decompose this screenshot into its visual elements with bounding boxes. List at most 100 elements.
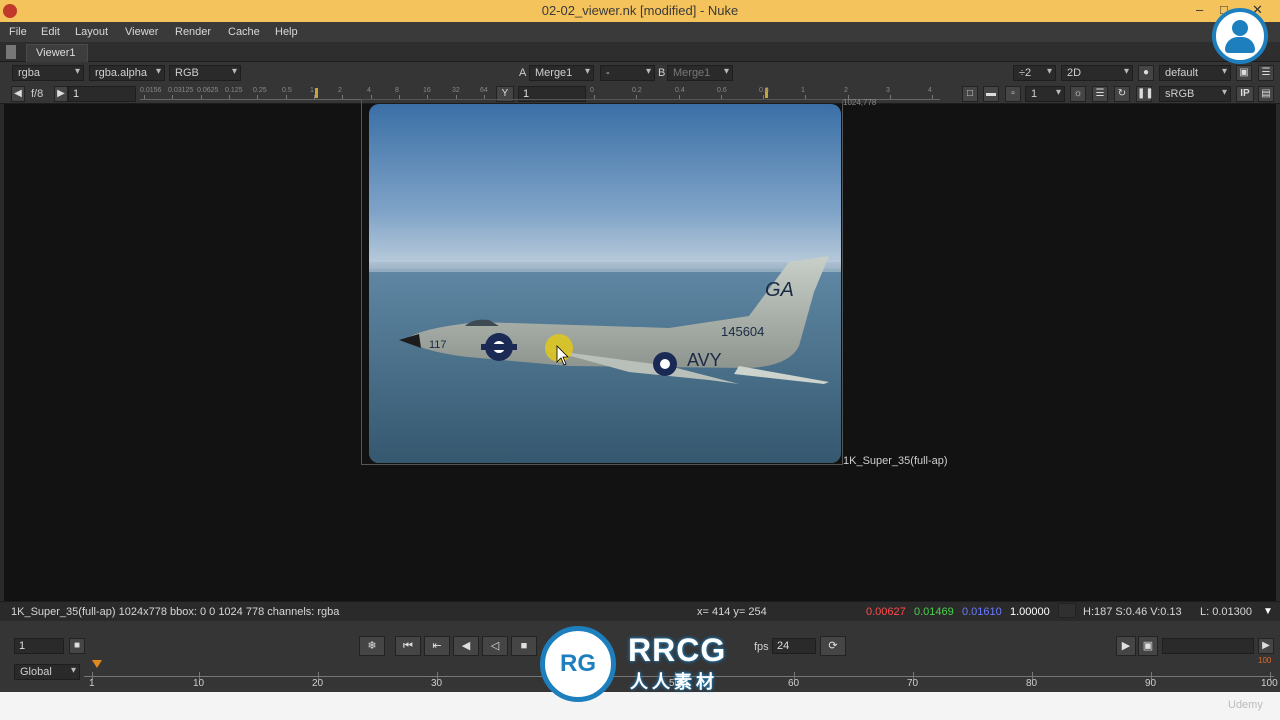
scroll-right-icon[interactable]: ▶ — [1258, 638, 1274, 654]
channels-dropdown[interactable]: rgba — [12, 65, 84, 81]
timeline-tick-label: 80 — [1026, 678, 1038, 689]
proxy-dropdown[interactable]: 1 — [1025, 86, 1065, 102]
tab-viewer1[interactable]: Viewer1 — [26, 44, 88, 62]
gain-slider-tick — [144, 95, 145, 99]
play-range-icon[interactable]: ▶ — [1116, 636, 1136, 656]
menu-file[interactable]: File — [9, 26, 27, 38]
fps-field[interactable]: 24 — [772, 638, 816, 654]
menu-render[interactable]: Render — [175, 26, 211, 38]
view-mode-dropdown[interactable]: 2D — [1061, 65, 1133, 81]
rrcg-logo: RG — [540, 626, 616, 702]
viewer-menu-icon[interactable]: ☰ — [1258, 65, 1274, 81]
viewer-toolbar-top: rgba rgba.alpha RGB A Merge1 - B Merge1 … — [0, 62, 1280, 84]
wipe-operation-dropdown[interactable]: - — [600, 65, 655, 81]
stripes-icon[interactable]: ▤ — [1258, 86, 1274, 102]
list-icon[interactable]: ☰ — [1092, 86, 1108, 102]
refresh-icon[interactable]: ↻ — [1114, 86, 1130, 102]
jet-illustration: GA 145604 117 AVY — [369, 256, 841, 463]
gamma-slider-tick-label: 2 — [844, 87, 848, 94]
timeline-tick-label: 70 — [907, 678, 919, 689]
prev-keyframe-icon[interactable]: ⇤ — [424, 636, 450, 656]
gain-slider-handle[interactable] — [315, 88, 318, 98]
gain-field[interactable]: 1 — [68, 86, 136, 102]
overlay-icon[interactable]: ▫ — [1005, 86, 1021, 102]
snowflake-icon[interactable]: ❄ — [359, 636, 385, 656]
loop-icon[interactable]: ⟳ — [820, 636, 846, 656]
pixel-red-value: 0.00627 — [866, 606, 906, 618]
timeline-tick-label: 60 — [788, 678, 800, 689]
gain-slider-tick — [342, 95, 343, 99]
rrcg-title: RRCG — [628, 632, 727, 668]
gain-slider-tick — [172, 95, 173, 99]
gain-slider-tick-label: 0.0625 — [197, 87, 219, 94]
minimize-button[interactable]: – — [1196, 2, 1203, 17]
range-lock-icon[interactable]: ▣ — [1138, 636, 1158, 656]
gain-slider-tick-label: 4 — [367, 87, 371, 94]
rrcg-watermark: RG RRCG 人人素材 — [540, 626, 744, 702]
input-a-label: A — [519, 67, 527, 79]
pixel-luminance-value: L: 0.01300 — [1200, 606, 1252, 618]
display-channels-dropdown[interactable]: RGB — [169, 65, 241, 81]
matte-channel-dropdown[interactable]: rgba.alpha — [89, 65, 165, 81]
gain-slider-tick-label: 0.0156 — [140, 87, 162, 94]
gamma-slider-tick-label: 0.2 — [632, 87, 642, 94]
wing-text: AVY — [687, 350, 722, 370]
menu-viewer[interactable]: Viewer — [125, 26, 158, 38]
gamma-slider-tick-label: 0.4 — [675, 87, 685, 94]
guides-icon[interactable]: ▬ — [983, 86, 999, 102]
fps-label: fps — [754, 641, 769, 653]
stop-icon[interactable]: ■ — [511, 636, 537, 656]
input-b-dropdown[interactable]: Merge1 — [667, 65, 733, 81]
gamma-slider[interactable]: 0 0.2 0.4 0.6 0.8 1 2 3 4 — [590, 86, 940, 100]
play-backward-icon[interactable]: ◁ — [482, 636, 508, 656]
tail-code-text: GA — [765, 279, 794, 301]
gain-slider-tick-label: 64 — [480, 87, 488, 94]
exposure-icon[interactable]: ☼ — [1070, 86, 1086, 102]
info-summary: 1K_Super_35(full-ap) 1024x778 bbox: 0 0 … — [11, 606, 340, 618]
timeline-playhead[interactable] — [92, 660, 102, 668]
range-field[interactable] — [1162, 638, 1254, 654]
info-expand-icon[interactable]: ▼ — [1263, 606, 1273, 617]
roi-icon[interactable]: ▣ — [1236, 65, 1252, 81]
downscale-dropdown[interactable]: ÷2 — [1013, 65, 1056, 81]
lut-dropdown[interactable]: default — [1159, 65, 1231, 81]
input-process-toggle[interactable]: IP — [1236, 86, 1254, 102]
gain-slider-tick — [314, 95, 315, 99]
current-frame-field[interactable]: 1 — [14, 638, 64, 654]
gamma-slider-tick-label: 0.8 — [759, 87, 769, 94]
fstop-decrease-icon[interactable]: ◀ — [11, 86, 25, 102]
rrcg-subtitle: 人人素材 — [630, 672, 718, 692]
menu-edit[interactable]: Edit — [41, 26, 60, 38]
camera-icon[interactable]: ● — [1138, 65, 1154, 81]
gain-slider-tick-label: 32 — [452, 87, 460, 94]
gain-slider[interactable]: 0.0156 0.03125 0.0625 0.125 0.25 0.5 1 2 4 8 16 32 6… — [140, 86, 492, 100]
menu-help[interactable]: Help — [275, 26, 298, 38]
prev-frame-icon[interactable]: ◀ — [453, 636, 479, 656]
range-mode-dropdown[interactable]: Global — [14, 664, 80, 680]
fstop-increase-icon[interactable]: ▶ — [54, 86, 68, 102]
format-name-label: 1K_Super_35(full-ap) — [843, 455, 948, 467]
fstop-value[interactable]: f/8 — [31, 88, 43, 100]
user-avatar-icon[interactable] — [1212, 8, 1268, 64]
timeline-tick-label: 20 — [312, 678, 324, 689]
udemy-brand: Udemy — [1228, 699, 1263, 711]
menu-layout[interactable]: Layout — [75, 26, 108, 38]
pane-grip-handle[interactable] — [6, 45, 16, 59]
pixel-alpha-value: 1.00000 — [1010, 606, 1050, 618]
gain-slider-tick — [229, 95, 230, 99]
colorspace-dropdown[interactable]: sRGB — [1159, 86, 1231, 102]
region-select-icon[interactable]: □ — [962, 86, 978, 102]
first-frame-icon[interactable]: ⏮ — [395, 636, 421, 656]
menu-cache[interactable]: Cache — [228, 26, 260, 38]
lock-icon[interactable]: ■ — [69, 638, 85, 654]
viewer-image-jet-over-ocean[interactable]: GA 145604 117 AVY — [369, 104, 841, 463]
input-a-dropdown[interactable]: Merge1 — [529, 65, 594, 81]
gain-slider-tick — [201, 95, 202, 99]
tail-serial-text: 145604 — [721, 324, 764, 339]
gain-slider-tick — [286, 95, 287, 99]
pixel-blue-value: 0.01610 — [962, 606, 1002, 618]
menu-bar: File Edit Layout Viewer Render Cache Hel… — [0, 22, 1280, 42]
pause-icon[interactable]: ❚❚ — [1136, 86, 1154, 102]
gain-slider-tick-label: 0.03125 — [168, 87, 194, 94]
cursor-coords: x= 414 y= 254 — [697, 606, 767, 618]
